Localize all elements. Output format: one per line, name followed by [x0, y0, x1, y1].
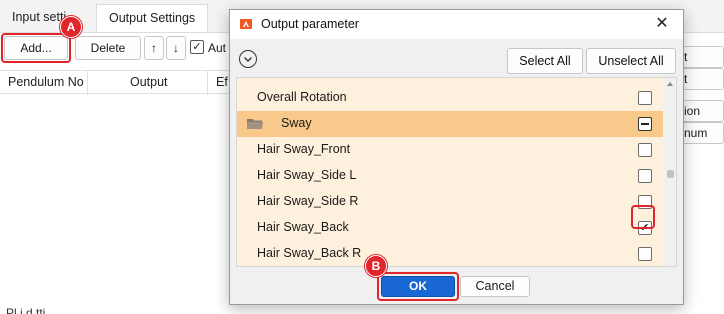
pendulum-table-header: Pendulum No Output Ef: [0, 70, 230, 95]
list-item-label: Hair Sway_Side L: [257, 168, 357, 182]
select-all-button[interactable]: Select All: [507, 48, 583, 74]
right-side-button[interactable]: t: [680, 68, 724, 90]
list-item-label: Overall Rotation: [257, 90, 347, 104]
move-up-button[interactable]: ↑: [144, 36, 164, 60]
list-item[interactable]: Hair Sway_Side R: [237, 189, 663, 215]
annotation-marker-a: A: [60, 16, 82, 38]
column-header-output[interactable]: Output: [130, 75, 168, 89]
auto-checkbox-label: Aut: [208, 41, 227, 55]
output-parameter-dialog: Output parameter ✕ Select All Unselect A…: [229, 9, 684, 305]
tab-output-settings[interactable]: Output Settings: [96, 4, 209, 34]
dialog-title: Output parameter: [261, 17, 359, 31]
column-header-ef[interactable]: Ef: [216, 75, 228, 89]
collapse-all-icon[interactable]: [239, 50, 257, 68]
list-item-label: Hair Sway_Front: [257, 142, 351, 156]
list-item-checkbox[interactable]: [638, 247, 652, 261]
scroll-up-icon[interactable]: [667, 82, 673, 86]
parameter-list: Overall Rotation Sway Hair Sway_Front Ha…: [236, 77, 677, 267]
list-item-checkbox[interactable]: [638, 91, 652, 105]
cancel-button[interactable]: Cancel: [460, 276, 530, 297]
app-logo-icon: [240, 19, 252, 29]
close-icon[interactable]: ✕: [651, 13, 673, 35]
unselect-all-button[interactable]: Unselect All: [586, 48, 676, 74]
folder-icon: [247, 119, 263, 129]
annotation-highlight-add: [1, 33, 71, 63]
column-divider: [87, 71, 88, 95]
move-down-button[interactable]: ↓: [166, 36, 186, 60]
column-header-pendulum-no[interactable]: Pendulum No: [8, 75, 84, 89]
list-item-checkbox[interactable]: [638, 169, 652, 183]
list-item[interactable]: Hair Sway_Front: [237, 137, 663, 163]
annotation-marker-b: B: [365, 255, 387, 277]
delete-button[interactable]: Delete: [75, 36, 141, 60]
list-scrollbar[interactable]: [664, 78, 676, 266]
list-item[interactable]: Overall Rotation: [237, 85, 663, 111]
list-item-label: Hair Sway_Side R: [257, 194, 359, 208]
annotation-highlight-checkbox: [631, 205, 655, 229]
group-label: Sway: [281, 116, 312, 130]
group-checkbox-partial[interactable]: [638, 117, 652, 131]
list-item-label: Hair Sway_Back R: [257, 246, 362, 260]
column-divider: [207, 71, 208, 95]
dialog-titlebar: Output parameter ✕: [230, 10, 683, 39]
right-side-button[interactable]: t: [680, 46, 724, 68]
list-item[interactable]: Hair Sway_Back ✔: [237, 215, 663, 241]
list-item[interactable]: Hair Sway_Back R: [237, 241, 663, 266]
group-row-sway[interactable]: Sway: [237, 111, 663, 137]
bottom-section-label: Pl i d tti: [6, 306, 46, 314]
auto-checkbox[interactable]: ✓: [190, 40, 204, 54]
list-item-checkbox[interactable]: [638, 143, 652, 157]
list-item-label: Hair Sway_Back: [257, 220, 349, 234]
right-side-button[interactable]: num: [680, 122, 724, 144]
right-side-button[interactable]: ion: [680, 100, 724, 122]
annotation-highlight-ok: [377, 272, 459, 301]
list-item[interactable]: Hair Sway_Side L: [237, 163, 663, 189]
scroll-thumb[interactable]: [667, 170, 674, 178]
